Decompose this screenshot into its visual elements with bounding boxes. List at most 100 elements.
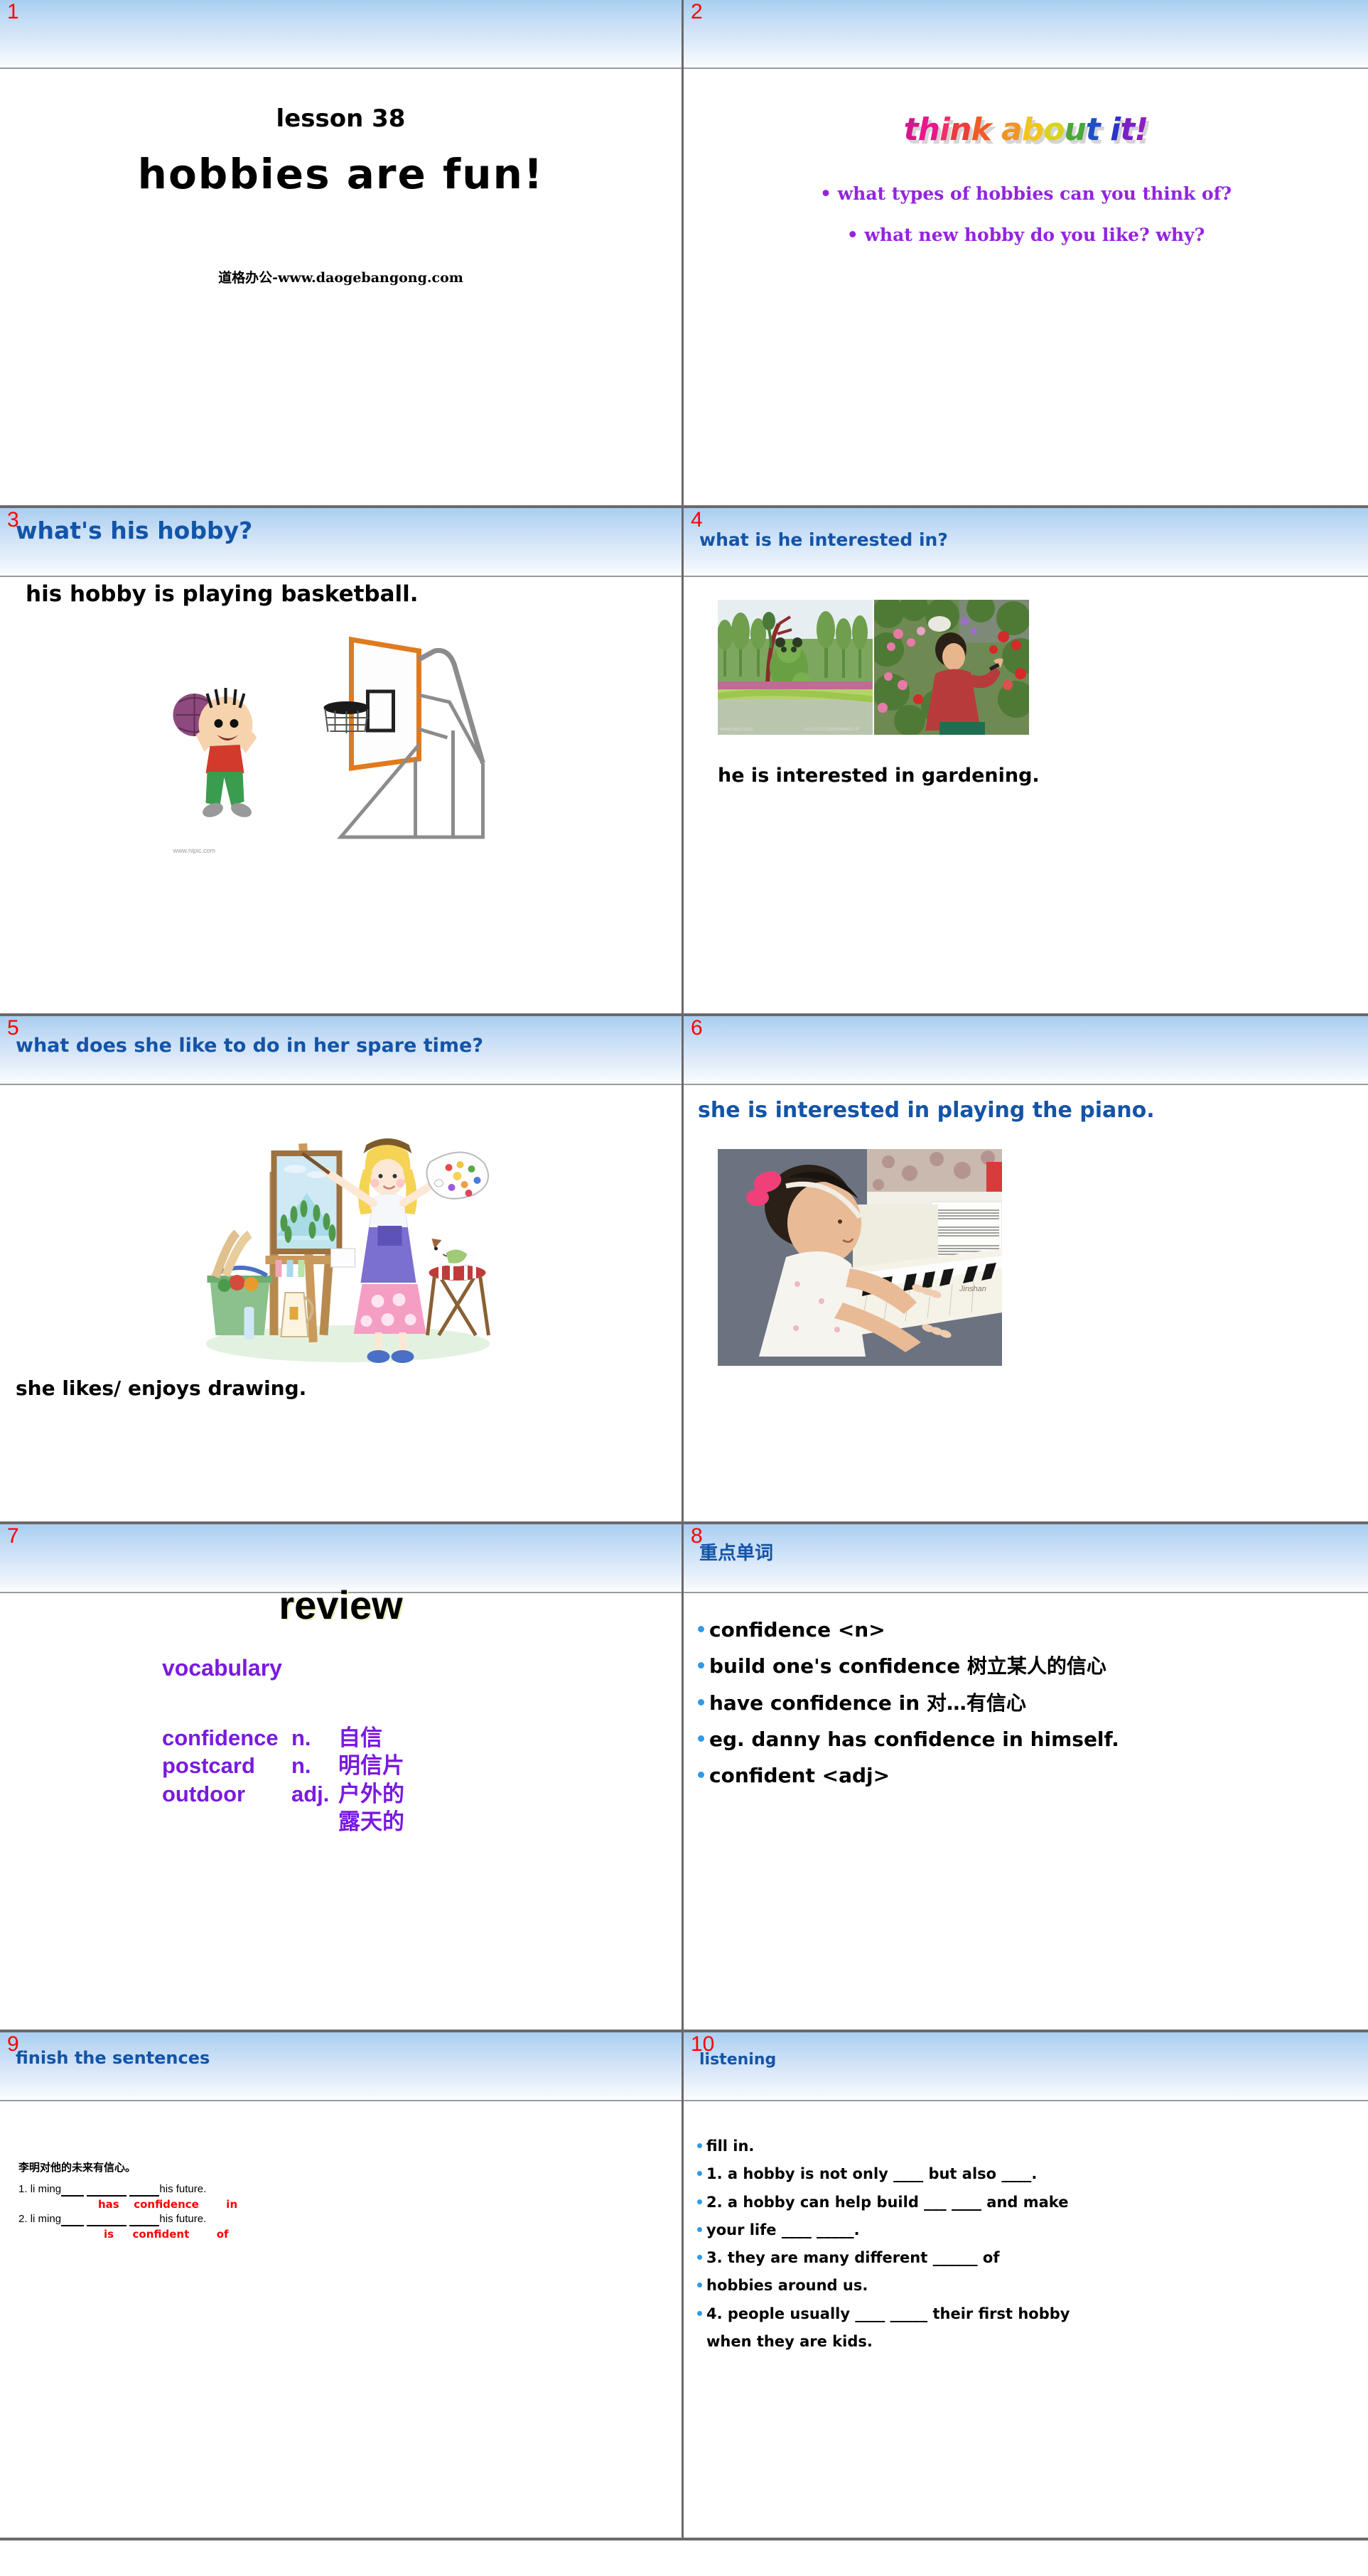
slide-3-body: his hobby is playing basketball. www.nip… [0, 578, 682, 1013]
slide-5-caption: she likes/ enjoys drawing. [16, 1376, 307, 1400]
slide-4[interactable]: 4 what is he interested in? www.nipic.co… [684, 508, 1368, 1016]
think-about-it-wordart: think about it! [903, 112, 1149, 148]
slide-10[interactable]: 10 listening fill in. 1. a hobby is not … [684, 2032, 1368, 2540]
vocab-row: postcard n. 明信片 [162, 1752, 404, 1779]
slide-8-body: confidence <n> build one's confidence 树立… [684, 1595, 1368, 2030]
answer-word: is [104, 2228, 114, 2241]
slide-6-number: 6 [691, 1016, 703, 1040]
slide-8[interactable]: 8 重点单词 confidence <n> build one's confid… [684, 1524, 1368, 2032]
slide-8-title: 重点单词 [699, 1543, 774, 1564]
slide-5-number: 5 [7, 1016, 19, 1040]
slide-1-lesson-label: lesson 38 [276, 104, 406, 133]
list-item: build one's confidence 树立某人的信心 [696, 1654, 1361, 1678]
blank-field[interactable] [87, 2213, 127, 2226]
question-lead: li ming [30, 2183, 62, 2195]
vocab-meaning: 自信 [338, 1725, 382, 1750]
slide-8-header-band [684, 1524, 1368, 1593]
slide-10-header-band [684, 2032, 1368, 2101]
slide-7[interactable]: 7 review vocabulary confidence n. 自信 pos… [0, 1524, 684, 2032]
vocab-row: outdoor adj. 户外的 [162, 1780, 404, 1808]
list-item[interactable]: 4. people usually ____ _____ their first… [696, 2305, 1362, 2324]
slide-7-number: 7 [7, 1524, 19, 1548]
slide-8-number: 8 [691, 1524, 703, 1548]
answer-word: has [98, 2198, 119, 2211]
slide-4-title: what is he interested in? [699, 529, 948, 550]
slide-6-caption: she is interested in playing the piano. [698, 1098, 1155, 1123]
vocab-extra-meaning: 露天的 [338, 1809, 404, 1835]
blank-field[interactable] [129, 2213, 160, 2226]
slide-1-body: lesson 38 hobbies are fun! 道格办公-www.daog… [0, 70, 682, 505]
blank-field[interactable] [87, 2183, 127, 2197]
list-item[interactable]: 1. a hobby is not only ____ but also ___… [696, 2165, 1362, 2184]
topiary-garden-photo: www.nipic.com No.201207130959444321 47 [718, 600, 873, 735]
slide-2-header-band [684, 0, 1368, 69]
slide-1[interactable]: 1 lesson 38 hobbies are fun! 道格办公-www.da… [0, 0, 684, 508]
slide-4-photo-pair: www.nipic.com No.201207130959444321 47 [718, 600, 1029, 735]
blank-field[interactable] [61, 2213, 85, 2226]
slide-9[interactable]: 9 finish the sentences 李明对他的未来有信心。 1. li… [0, 2032, 684, 2540]
slide-2-bullet-2: • what new hobby do you like? why? [846, 225, 1205, 245]
slide-2-number: 2 [691, 0, 703, 23]
slide-3-caption: his hobby is playing basketball. [26, 581, 419, 607]
slide-9-answer-row-2: is confident of [104, 2228, 674, 2241]
vocab-pos: adj. [291, 1781, 330, 1806]
slide-deck: 1 lesson 38 hobbies are fun! 道格办公-www.da… [0, 0, 1368, 2540]
list-item[interactable]: 3. they are many different ______ of [696, 2248, 1362, 2268]
svg-text:Jinshan: Jinshan [959, 1285, 986, 1293]
svg-text:No.201207130959444321 47: No.201207130959444321 47 [804, 728, 860, 732]
slide-3-title: what's his hobby? [16, 517, 253, 544]
slide-7-vocab-list: confidence n. 自信 postcard n. 明信片 outdoor… [162, 1724, 404, 1836]
slide-4-number: 4 [691, 508, 703, 532]
slide-9-answer-row-1: has confidence in [98, 2198, 674, 2211]
list-item: hobbies around us. [696, 2276, 1362, 2295]
list-item[interactable]: your life ____ _____. [696, 2221, 1362, 2240]
slide-2-question-list: • what types of hobbies can you think of… [701, 183, 1351, 265]
slide-8-keyword-list: confidence <n> build one's confidence 树立… [696, 1617, 1361, 1799]
vocab-meaning: 明信片 [338, 1753, 404, 1779]
image-watermark: www.nipic.com [173, 847, 216, 854]
question-number: 2. [18, 2213, 28, 2225]
slide-5-title: what does she like to do in her spare ti… [16, 1035, 483, 1057]
slide-5-body: she likes/ enjoys drawing. [0, 1087, 682, 1521]
blank-field[interactable] [61, 2183, 85, 2197]
girl-painting-illustration [205, 1138, 490, 1363]
vocab-meaning: 户外的 [338, 1781, 404, 1806]
vocab-word: confidence [162, 1725, 279, 1750]
slide-6-header-band [684, 1016, 1368, 1085]
answer-word: of [216, 2228, 229, 2241]
list-item: when they are kids. [706, 2333, 873, 2351]
answer-word: confident [132, 2228, 190, 2241]
slide-1-title: hobbies are fun! [137, 150, 544, 198]
slide-7-review-title: review [279, 1583, 403, 1627]
basketball-illustration: www.nipic.com [173, 636, 485, 854]
slide-3[interactable]: 3 what's his hobby? his hobby is playing… [0, 508, 684, 1016]
question-tail: his future. [159, 2183, 207, 2195]
question-number: 1. [18, 2183, 28, 2195]
answer-word: in [226, 2198, 238, 2211]
slide-2[interactable]: 2 think about it! • what types of hobbie… [684, 0, 1368, 508]
list-item: fill in. [696, 2137, 1362, 2156]
slide-1-header-band [0, 0, 682, 69]
slide-9-question-2[interactable]: 2. li ming his future. [18, 2213, 674, 2226]
list-item[interactable]: 2. a hobby can help build ___ ____ and m… [696, 2193, 1362, 2212]
vocab-pos: n. [291, 1725, 311, 1750]
slide-1-site-credit: 道格办公-www.daogebangong.com [218, 270, 463, 286]
image-watermark: www.nipic.com [719, 727, 753, 732]
slide-10-body: fill in. 1. a hobby is not only ____ but… [684, 2103, 1368, 2538]
slide-7-body: review vocabulary confidence n. 自信 postc… [0, 1583, 682, 2030]
slide-6[interactable]: 6 she is interested in playing the piano… [684, 1016, 1368, 1524]
slide-4-body: www.nipic.com No.201207130959444321 47 h… [684, 578, 1368, 1013]
slide-9-chinese-prompt: 李明对他的未来有信心。 [18, 2161, 136, 2174]
blank-field[interactable] [129, 2183, 160, 2197]
slide-7-section-label: vocabulary [162, 1655, 282, 1681]
slide-9-exercise: 李明对他的未来有信心。 1. li ming his future. has c… [18, 2160, 674, 2243]
slide-4-caption: he is interested in gardening. [718, 765, 1040, 787]
slide-9-question-1[interactable]: 1. li ming his future. [18, 2183, 674, 2197]
slide-9-number: 9 [7, 2032, 19, 2056]
slide-9-body: 李明对他的未来有信心。 1. li ming his future. has c… [0, 2103, 682, 2538]
slide-10-fill-in-list: fill in. 1. a hobby is not only ____ but… [696, 2137, 1362, 2360]
slide-5[interactable]: 5 what does she like to do in her spare … [0, 1016, 684, 1524]
slide-2-body: think about it! • what types of hobbies … [684, 70, 1368, 505]
question-lead: li ming [30, 2213, 62, 2225]
list-item: eg. danny has confidence in himself. [696, 1727, 1361, 1752]
